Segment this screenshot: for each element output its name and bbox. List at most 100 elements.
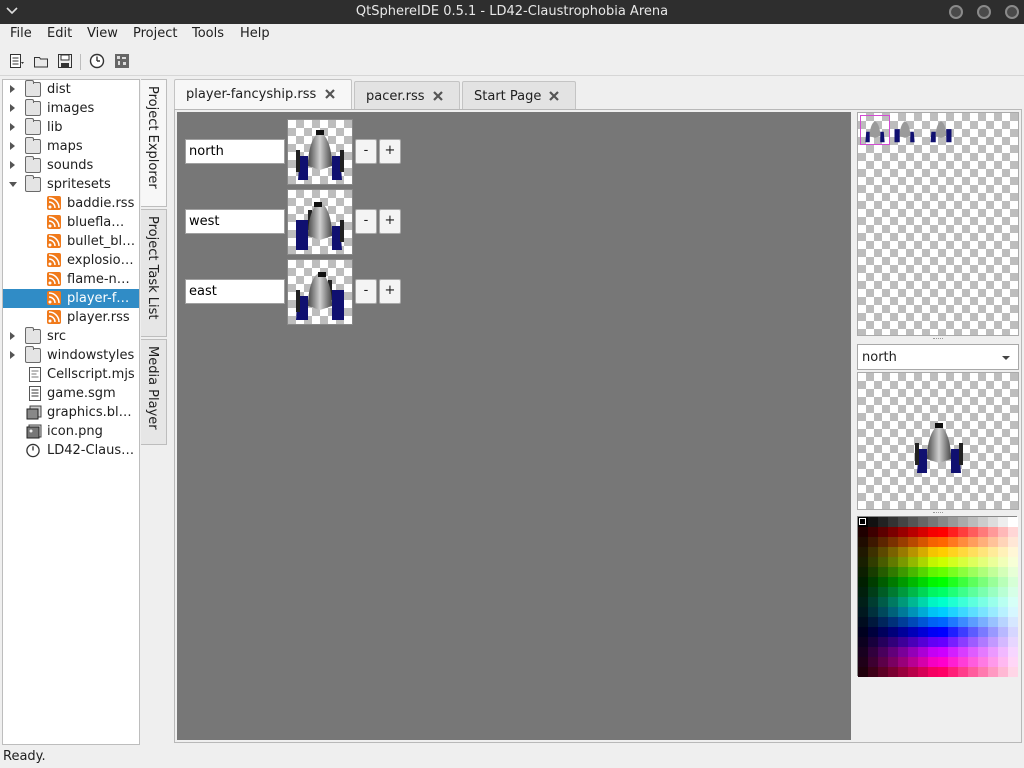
palette-swatch[interactable] [908,567,918,577]
palette-swatch[interactable] [918,647,928,657]
palette-swatch[interactable] [898,647,908,657]
palette-swatch[interactable] [968,537,978,547]
palette-swatch[interactable] [898,637,908,647]
palette-swatch[interactable] [858,567,868,577]
tree-item-game-sgm[interactable]: game.sgm [3,384,139,403]
palette-swatch[interactable] [958,517,968,527]
palette-swatch[interactable] [948,607,958,617]
close-tab-icon[interactable] [432,90,444,102]
tree-item-player-fancyship[interactable]: player-f… [3,289,139,308]
palette-swatch[interactable] [928,567,938,577]
palette-swatch[interactable] [868,587,878,597]
palette-swatch[interactable] [888,567,898,577]
add-direction-button[interactable]: + [379,279,401,304]
menu-project[interactable]: Project [133,26,177,41]
palette-swatch[interactable] [868,627,878,637]
palette-swatch[interactable] [858,537,868,547]
palette-swatch[interactable] [898,597,908,607]
palette-swatch[interactable] [878,597,888,607]
palette-swatch[interactable] [988,557,998,567]
palette-swatch[interactable] [898,577,908,587]
palette-swatch[interactable] [958,547,968,557]
palette-swatch[interactable] [968,517,978,527]
palette-swatch[interactable] [878,587,888,597]
expand-arrow-icon[interactable] [10,161,15,169]
palette-swatch[interactable] [998,667,1008,677]
test-icon[interactable] [114,53,130,69]
palette-swatch[interactable] [898,657,908,667]
palette-swatch[interactable] [988,597,998,607]
palette-swatch[interactable] [978,607,988,617]
palette-swatch[interactable] [968,667,978,677]
frame-thumbnail[interactable] [287,119,353,185]
palette-swatch[interactable] [928,537,938,547]
palette-swatch[interactable] [908,587,918,597]
menu-file[interactable]: File [10,26,32,41]
palette-swatch[interactable] [858,527,868,537]
palette-swatch[interactable] [888,537,898,547]
palette-swatch[interactable] [988,667,998,677]
palette-swatch[interactable] [948,637,958,647]
palette-swatch[interactable] [858,597,868,607]
palette-swatch[interactable] [898,527,908,537]
palette-swatch[interactable] [1008,517,1018,527]
palette-swatch[interactable] [888,647,898,657]
palette-swatch[interactable] [898,607,908,617]
palette-swatch[interactable] [868,617,878,627]
tree-item-windowstyles[interactable]: windowstyles [3,346,139,365]
palette-swatch[interactable] [938,597,948,607]
palette-swatch[interactable] [878,557,888,567]
palette-swatch[interactable] [888,527,898,537]
palette-swatch[interactable] [1008,557,1018,567]
palette-swatch[interactable] [948,537,958,547]
palette-swatch[interactable] [858,547,868,557]
expand-arrow-icon[interactable] [10,85,15,93]
palette-swatch[interactable] [988,647,998,657]
palette-swatch[interactable] [978,527,988,537]
tree-item-src[interactable]: src [3,327,139,346]
palette-swatch[interactable] [1008,577,1018,587]
palette-swatch[interactable] [918,657,928,667]
palette-swatch[interactable] [958,587,968,597]
minimize-button[interactable] [949,5,963,19]
palette-swatch[interactable] [868,647,878,657]
palette-swatch[interactable] [888,517,898,527]
palette-swatch[interactable] [868,597,878,607]
palette-swatch[interactable] [898,627,908,637]
palette-swatch[interactable] [968,557,978,567]
remove-direction-button[interactable]: - [355,209,377,234]
palette-swatch[interactable] [898,557,908,567]
palette-swatch[interactable] [958,607,968,617]
palette-swatch[interactable] [918,577,928,587]
palette-swatch[interactable] [928,517,938,527]
tab-start-page[interactable]: Start Page [462,81,576,110]
tree-item-cellscript[interactable]: Cellscript.mjs [3,365,139,384]
palette-swatch[interactable] [928,617,938,627]
tab-project-explorer[interactable]: Project Explorer [141,79,167,207]
tab-player-fancyship[interactable]: player-fancyship.rss [174,79,352,111]
open-folder-icon[interactable] [33,53,49,69]
palette-swatch[interactable] [988,657,998,667]
tree-item-spritesets[interactable]: spritesets [3,175,139,194]
maximize-button[interactable] [977,5,991,19]
menu-help[interactable]: Help [240,26,270,41]
palette-swatch[interactable] [1008,667,1018,677]
frame-image[interactable] [927,116,955,144]
remove-direction-button[interactable]: - [355,139,377,164]
palette-swatch[interactable] [938,667,948,677]
palette-swatch[interactable] [998,577,1008,587]
palette-swatch[interactable] [1008,567,1018,577]
palette-swatch[interactable] [1008,597,1018,607]
palette-swatch[interactable] [998,597,1008,607]
palette-swatch[interactable] [998,547,1008,557]
palette-swatch[interactable] [928,577,938,587]
palette-swatch[interactable] [988,607,998,617]
palette-swatch[interactable] [988,617,998,627]
close-tab-icon[interactable] [548,90,560,102]
palette-swatch[interactable] [878,637,888,647]
palette-swatch[interactable] [868,537,878,547]
palette-swatch[interactable] [878,657,888,667]
add-direction-button[interactable]: + [379,139,401,164]
frame-thumbnail[interactable] [287,189,353,255]
palette-swatch[interactable] [978,537,988,547]
